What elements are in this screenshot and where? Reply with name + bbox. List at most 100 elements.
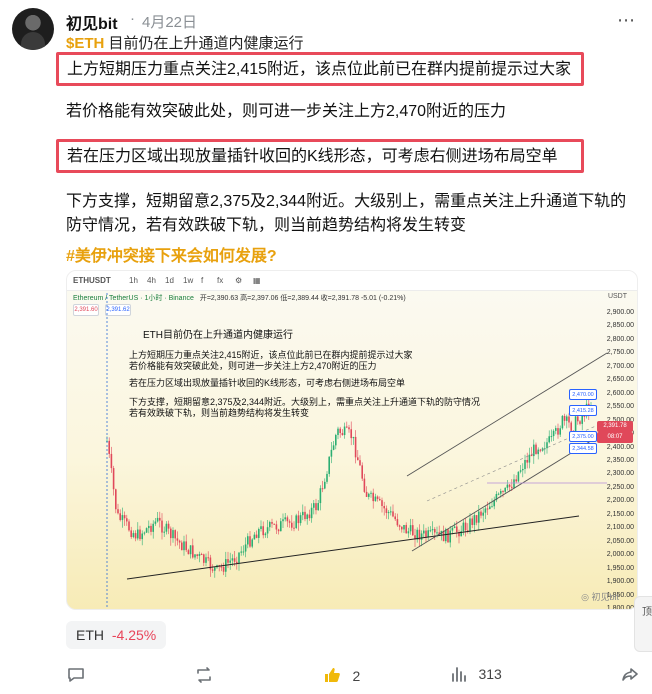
author-name[interactable]: 初见bit	[66, 10, 118, 34]
last-price-time: 08:07	[597, 432, 633, 443]
price-axis-tick: 2,850.00	[606, 322, 634, 330]
price-axis-tick: 2,250.00	[606, 483, 634, 491]
candle-body	[570, 422, 572, 431]
candle-body	[240, 551, 242, 553]
candle-body	[513, 479, 515, 488]
candle-body	[275, 524, 278, 530]
candle-body	[231, 558, 234, 561]
candle-body	[156, 517, 159, 522]
candle-body	[315, 503, 317, 511]
candle-body	[396, 519, 399, 526]
price-axis-tick: 1,800.00	[606, 605, 634, 610]
candle-body	[502, 490, 504, 492]
candle-body	[403, 524, 405, 530]
coin-symbol: ETH	[76, 627, 104, 643]
candle-body	[332, 445, 335, 450]
coin-chip[interactable]: ETH -4.25%	[66, 621, 167, 649]
like-button[interactable]: 2	[322, 665, 360, 690]
line-2: 若价格能有效突破此处，则可进一步关注上方2,470附近的压力	[66, 103, 507, 120]
candle-body	[172, 530, 174, 539]
price-axis-tick: 2,550.00	[606, 403, 634, 411]
candle-body	[330, 449, 333, 457]
candle-body	[387, 512, 390, 514]
ticker-tag[interactable]: $ETH	[66, 35, 104, 52]
candle-body	[559, 428, 561, 435]
chart-image[interactable]: ETHUSDT 1h 4h 1d 1w f fx ⚙ ▦ Ethereum / …	[66, 270, 638, 610]
candle-body	[436, 532, 438, 534]
repost-icon[interactable]	[194, 665, 214, 690]
views-stat[interactable]: 313	[450, 665, 502, 688]
candle-body	[148, 525, 150, 529]
candle-body	[449, 530, 451, 543]
candle-body	[385, 508, 388, 513]
line-1-text: 上方短期压力重点关注2,415附近，该点位此前已在群内提前提示过大家	[67, 61, 572, 78]
candle-body	[229, 560, 231, 563]
more-horizontal-icon[interactable]: ⋯	[617, 10, 636, 31]
candle-body	[429, 530, 432, 532]
price-axis-tick: 2,200.00	[606, 497, 634, 505]
last-price-tag: 2,391.78	[597, 421, 633, 432]
candle-body	[183, 541, 185, 551]
candle-body	[405, 524, 407, 534]
candle-body	[139, 529, 141, 540]
candle-body	[519, 470, 522, 472]
candle-body	[222, 566, 225, 572]
candle-body	[126, 518, 128, 522]
candle-body	[313, 503, 315, 508]
candle-body	[266, 527, 269, 534]
watermark-text: 初见bit	[591, 592, 619, 602]
candle-body	[317, 503, 319, 511]
candle-body	[110, 453, 113, 469]
price-axis-tick: 2,600.00	[606, 389, 634, 397]
candle-body	[515, 479, 517, 482]
price-axis-tick: 2,750.00	[606, 349, 634, 357]
candle-body	[583, 415, 586, 417]
candle-body	[469, 518, 471, 532]
share-icon[interactable]	[620, 665, 640, 690]
candle-body	[359, 460, 361, 466]
thumbs-up-icon	[325, 668, 340, 682]
candle-body	[409, 525, 412, 532]
price-axis-tick: 2,350.00	[606, 457, 634, 464]
candle-body	[260, 526, 262, 529]
avatar[interactable]	[12, 8, 54, 50]
candle-body	[262, 526, 264, 536]
candle-body	[117, 509, 119, 514]
price-axis-tick: 2,150.00	[606, 510, 634, 518]
candlestick-plot	[106, 293, 608, 609]
candle-body	[328, 456, 330, 474]
candle-body	[350, 429, 352, 439]
post-date: 4月22日	[142, 14, 198, 31]
candle-body	[478, 511, 480, 523]
candle-body	[343, 426, 346, 436]
price-axis-tick: 2,650.00	[606, 376, 634, 384]
candle-body	[159, 517, 161, 521]
like-count: 2	[352, 668, 361, 684]
chart-note-title: ETH目前仍在上升通道内健康运行	[143, 330, 293, 341]
candle-body	[374, 496, 377, 502]
level-box: 2,375.00	[569, 431, 597, 442]
candle-body	[121, 515, 124, 521]
candle-body	[319, 488, 322, 504]
candle-body	[154, 521, 157, 524]
candle-body	[497, 493, 500, 495]
candle-body	[412, 525, 414, 536]
side-float-button[interactable]: 顶	[634, 596, 652, 652]
hashtag[interactable]: #美伊冲突接下来会如何发展?	[66, 242, 277, 266]
price-axis-tick: 2,900.00	[606, 309, 634, 316]
candle-body	[407, 531, 410, 534]
candle-body	[390, 511, 392, 513]
candle-body	[295, 515, 297, 528]
candle-body	[453, 526, 456, 528]
candle-body	[185, 541, 187, 551]
comment-icon[interactable]	[66, 665, 86, 690]
candle-body	[108, 440, 110, 454]
price-axis: 2,900.00 2,850.00 2,800.00 2,750.00 2,700.00…	[593, 309, 637, 609]
candle-body	[335, 434, 337, 446]
level-box: 2,344.58	[569, 443, 597, 454]
bar-chart-icon	[452, 667, 466, 682]
candle-body	[434, 529, 436, 533]
candle-body	[145, 528, 148, 533]
candle-body	[464, 522, 467, 531]
candle-body	[271, 521, 273, 524]
